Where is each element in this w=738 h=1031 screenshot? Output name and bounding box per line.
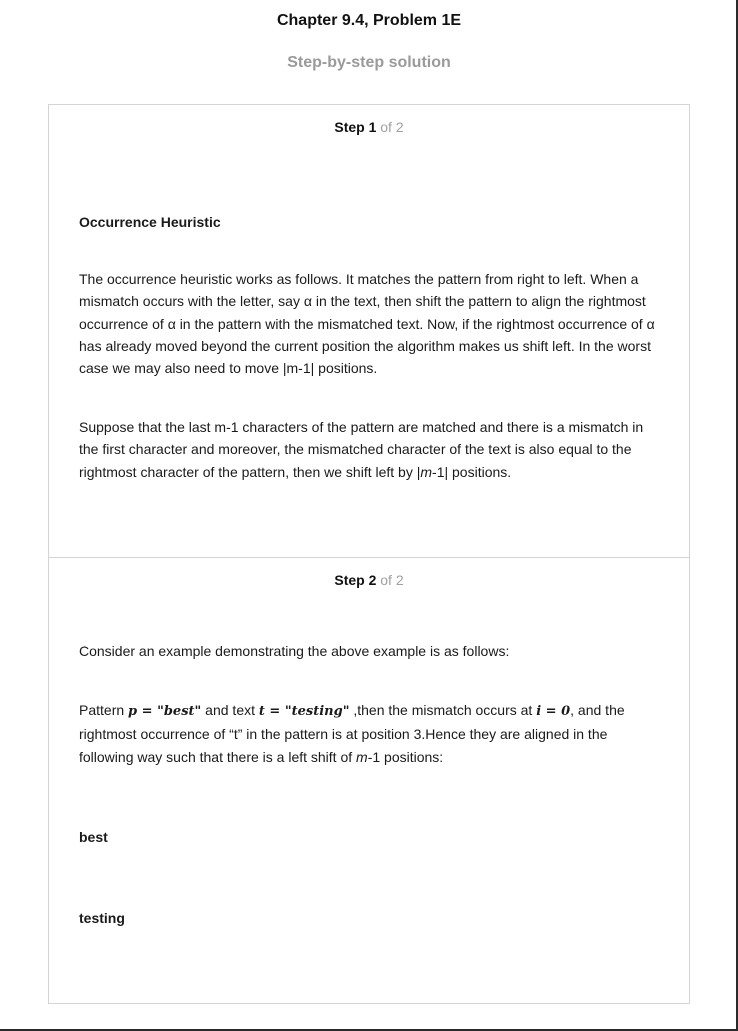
step-1-label: Step 1 <box>334 119 377 135</box>
step-1-card: Step 1 of 2 Occurrence Heuristic The occ… <box>48 104 690 557</box>
occurrence-heuristic-heading: Occurrence Heuristic <box>79 214 221 230</box>
step-2-intro: Consider an example demonstrating the ab… <box>79 643 510 659</box>
step-2-card: Step 2 of 2 Consider an example demonstr… <box>48 557 690 1004</box>
index-formula: i = 0 <box>536 704 571 719</box>
shift-m-var: m <box>356 748 368 765</box>
shift-text: -1 positions: <box>367 748 444 765</box>
step-2-of: of 2 <box>380 572 404 588</box>
step-1-paragraph-2: Suppose that the last m-1 characters of … <box>79 416 661 483</box>
step-1-paragraph-1: The occurrence heuristic works as follow… <box>79 271 655 377</box>
example-word-testing: testing <box>79 910 125 926</box>
para2-text-b: -1| positions. <box>432 463 512 480</box>
example-word-best: best <box>79 829 108 845</box>
pattern-label: Pattern <box>79 702 129 718</box>
text-label: and text <box>201 702 259 718</box>
step-2-header: Step 2 of 2 <box>49 572 689 588</box>
step-1-header: Step 1 of 2 <box>49 119 689 135</box>
chapter-title: Chapter 9.4, Problem 1E <box>276 12 462 29</box>
step-2-paragraph: Pattern p = "best" and text t = "testing… <box>79 699 661 768</box>
mismatch-text: ,then the mismatch occurs at <box>349 702 537 718</box>
solution-subtitle: Step-by-step solution <box>287 54 451 71</box>
step-1-of: of 2 <box>380 119 404 135</box>
pattern-formula: p = "best" <box>128 704 202 719</box>
para2-m-var: m <box>420 463 433 480</box>
text-formula: t = "testing" <box>258 704 350 719</box>
step-2-label: Step 2 <box>334 572 377 588</box>
para2-text-a: Suppose that the last m-1 characters of … <box>79 419 644 480</box>
